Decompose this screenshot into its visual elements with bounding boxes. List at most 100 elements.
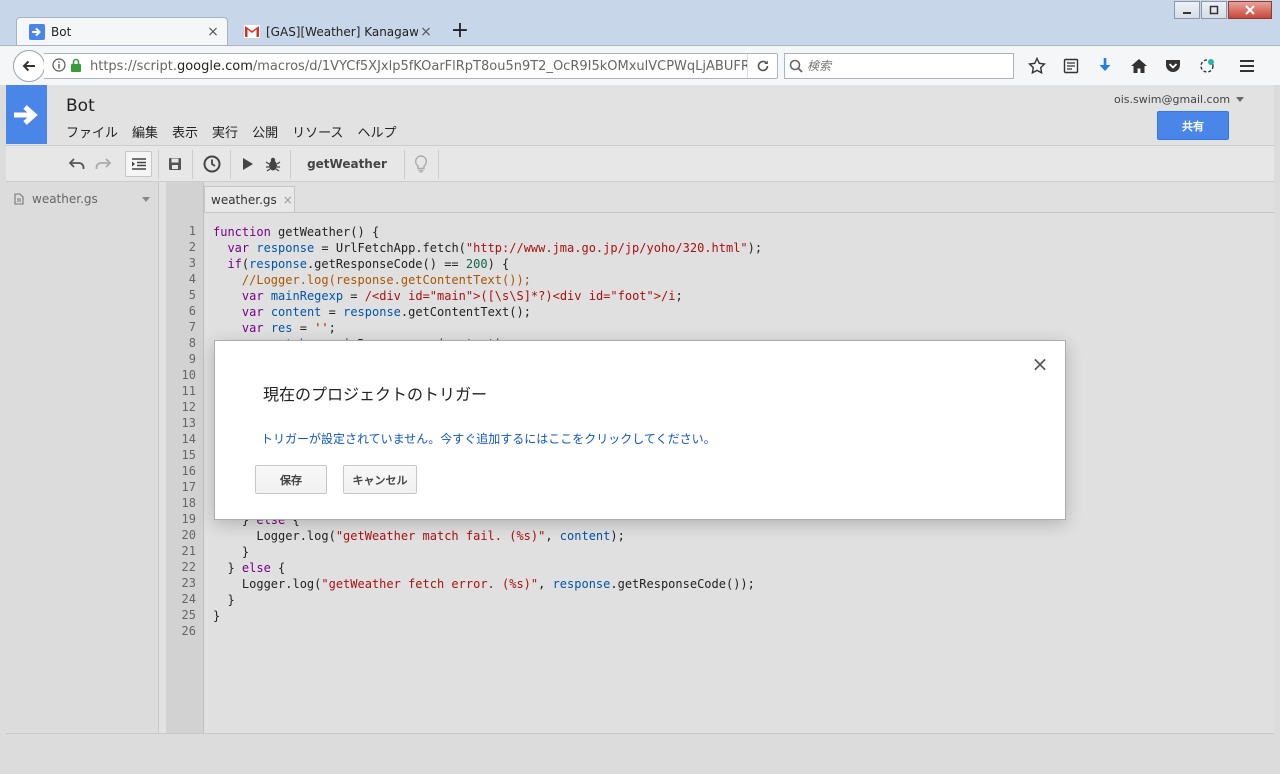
clock-trigger-icon[interactable] [200, 151, 224, 177]
editor-toolbar: getWeather [6, 145, 1274, 182]
line-number: 15 [181, 448, 196, 462]
file-panel: weather.gs [6, 182, 159, 733]
save-button[interactable]: 保存 [255, 465, 327, 494]
code-line: } [213, 593, 235, 607]
line-number: 5 [188, 288, 196, 302]
window-close-icon[interactable] [1228, 1, 1272, 19]
menu-file[interactable]: ファイル [66, 122, 118, 141]
code-line: var res = ''; [241, 321, 336, 335]
code-line: Logger.log("getWeather match fail. (%s)"… [213, 529, 625, 543]
apps-script-logo-icon[interactable] [6, 85, 47, 144]
url-prefix: https://script. [90, 58, 177, 74]
chevron-down-icon [1236, 97, 1245, 102]
share-button[interactable]: 共有 [1157, 111, 1229, 140]
code-line: } [213, 609, 221, 623]
menu-hamburger-icon[interactable] [1230, 52, 1264, 80]
tab-close-icon[interactable]: × [418, 24, 434, 40]
code-line: function getWeather() { [213, 225, 380, 239]
extension-icon[interactable] [1190, 52, 1224, 80]
maximize-icon[interactable] [1201, 1, 1227, 19]
pocket-icon[interactable] [1156, 52, 1190, 80]
line-number: 1 [188, 224, 196, 238]
tab-title: Bot [51, 24, 72, 39]
search-bar[interactable] [784, 53, 1014, 79]
reading-list-icon[interactable] [1054, 52, 1088, 80]
add-trigger-link[interactable]: トリガーが設定されていません。今すぐ追加するにはここをクリックしてください。 [261, 430, 716, 447]
menu-view[interactable]: 表示 [172, 122, 198, 141]
toolbar-divider [290, 150, 291, 179]
account-menu[interactable]: ois.swim@gmail.com [1114, 93, 1245, 106]
search-icon [785, 59, 807, 73]
code-line: } [213, 545, 250, 559]
search-input[interactable] [807, 59, 1013, 73]
new-tab-button[interactable]: + [448, 20, 472, 44]
account-email: ois.swim@gmail.com [1114, 93, 1231, 106]
menu-edit[interactable]: 編集 [132, 122, 158, 141]
lightbulb-icon[interactable] [410, 151, 432, 177]
menu-run[interactable]: 実行 [212, 122, 238, 141]
line-number: 10 [181, 368, 196, 382]
gutter-header [166, 182, 204, 212]
tab-title: [GAS][Weather] Kanagaw [266, 24, 418, 39]
tab-gmail[interactable]: [GAS][Weather] Kanagaw × [232, 18, 440, 45]
line-number: 13 [181, 416, 196, 430]
line-number: 25 [181, 608, 196, 622]
bookmark-star-icon[interactable] [1020, 52, 1054, 80]
menu-resources[interactable]: リソース [292, 122, 343, 141]
line-number: 17 [181, 480, 196, 494]
code-line: if(response.getResponseCode() == 200) { [227, 257, 510, 271]
undo-icon[interactable] [66, 151, 88, 177]
info-icon[interactable] [52, 57, 68, 75]
file-name: weather.gs [32, 192, 98, 206]
url-domain: google.com [176, 58, 253, 74]
save-icon[interactable] [164, 151, 186, 177]
tab-weather-gs[interactable]: weather.gs × [204, 186, 295, 213]
chevron-down-icon[interactable] [142, 196, 150, 202]
auto-indent-icon[interactable] [125, 151, 152, 177]
code-line: } else { [213, 561, 286, 575]
navigation-bar: https://script.google.com/macros/d/1VYCf… [0, 45, 1280, 85]
gmail-icon [244, 24, 260, 40]
download-icon[interactable] [1088, 52, 1122, 80]
home-icon[interactable] [1122, 52, 1156, 80]
debug-bug-icon[interactable] [262, 151, 284, 177]
project-title[interactable]: Bot [66, 96, 95, 116]
toolbar-divider [158, 150, 159, 179]
toolbar-divider [192, 150, 193, 179]
browser-toolbar [1020, 52, 1264, 80]
back-button[interactable] [13, 50, 45, 82]
url-bar[interactable]: https://script.google.com/macros/d/1VYCf… [44, 53, 778, 79]
line-number: 22 [181, 560, 196, 574]
lock-icon [70, 58, 84, 75]
line-number-gutter: 1 2 3 4 5 6 7 8 9 10 11 12 13 14 15 16 17 18 19 20 21 22 23 24 2… [166, 212, 204, 733]
file-item-weather[interactable]: weather.gs [14, 189, 150, 209]
menu-help[interactable]: ヘルプ [357, 122, 396, 141]
redo-icon[interactable] [92, 151, 114, 177]
apps-script-icon [29, 23, 45, 40]
url-text: https://script.google.com/macros/d/1VYCf… [90, 59, 747, 74]
code-line: //Logger.log(response.getContentText()); [241, 273, 531, 287]
line-number: 20 [181, 528, 196, 542]
line-number: 21 [181, 544, 196, 558]
url-path: /macros/d/1VYCf5XJxlp5fKOarFlRpT8ou5n9T2… [252, 58, 747, 74]
line-number: 6 [188, 304, 196, 318]
line-number: 3 [188, 256, 196, 270]
tab-strip: Bot × [GAS][Weather] Kanagaw × + [0, 0, 1280, 45]
toolbar-divider [404, 150, 405, 179]
tab-bot[interactable]: Bot × [16, 17, 228, 45]
close-icon[interactable]: × [283, 193, 293, 207]
menu-bar: ファイル 編集 表示 実行 公開 リソース ヘルプ [66, 122, 410, 141]
line-number: 26 [181, 624, 196, 638]
run-play-icon[interactable] [238, 151, 258, 177]
menu-publish[interactable]: 公開 [252, 122, 278, 141]
close-icon[interactable]: × [1031, 354, 1049, 374]
line-number: 12 [181, 400, 196, 414]
cancel-button[interactable]: キャンセル [343, 465, 417, 494]
minimize-icon[interactable] [1174, 1, 1200, 19]
tab-close-icon[interactable]: × [205, 24, 221, 40]
triggers-dialog: 現在のプロジェクトのトリガー × トリガーが設定されていません。今すぐ追加するに… [214, 340, 1066, 520]
file-icon [14, 193, 24, 205]
reload-icon[interactable] [747, 54, 777, 78]
function-select[interactable]: getWeather [292, 151, 402, 177]
line-number: 11 [181, 384, 196, 398]
